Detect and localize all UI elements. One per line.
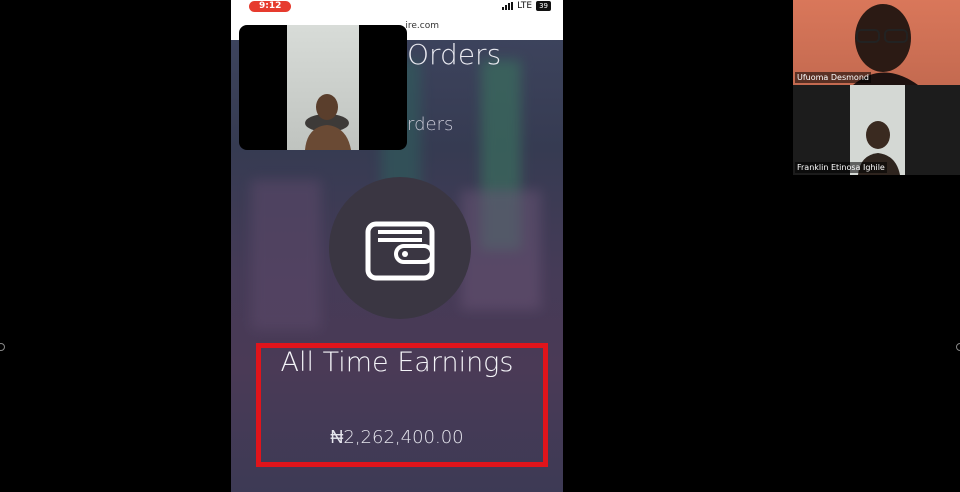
- resize-handle-left[interactable]: [0, 343, 5, 351]
- annotation-highlight-box: [256, 343, 548, 467]
- participant-tile[interactable]: Franklin Etinosa Ighile: [793, 85, 960, 175]
- participant-name: Franklin Etinosa Ighile: [795, 162, 887, 173]
- signal-icon: [502, 2, 514, 10]
- background-blob: [461, 190, 541, 310]
- resize-handle-right[interactable]: [956, 343, 960, 351]
- wallet-icon: [365, 221, 435, 281]
- status-indicators: LTE 39: [502, 1, 551, 11]
- wallet-badge: [329, 177, 471, 319]
- battery-icon: 39: [536, 1, 551, 11]
- participants-panel: Ufuoma Desmond Franklin Etinosa Ighile: [793, 0, 960, 175]
- video-frame: [287, 25, 359, 150]
- person-silhouette: [305, 94, 351, 150]
- page-heading: Orders: [407, 38, 502, 71]
- background-blob: [251, 180, 321, 330]
- status-time: 9:12: [249, 0, 292, 12]
- phone-status-bar: 9:12 LTE 39: [231, 0, 563, 12]
- participant-tile[interactable]: Ufuoma Desmond: [793, 0, 960, 85]
- url-text: ire.com: [405, 21, 439, 31]
- network-type: LTE: [517, 1, 533, 11]
- participant-name: Ufuoma Desmond: [795, 72, 871, 83]
- page-subheading: rders: [407, 114, 454, 135]
- presenter-video-pip[interactable]: [239, 25, 407, 150]
